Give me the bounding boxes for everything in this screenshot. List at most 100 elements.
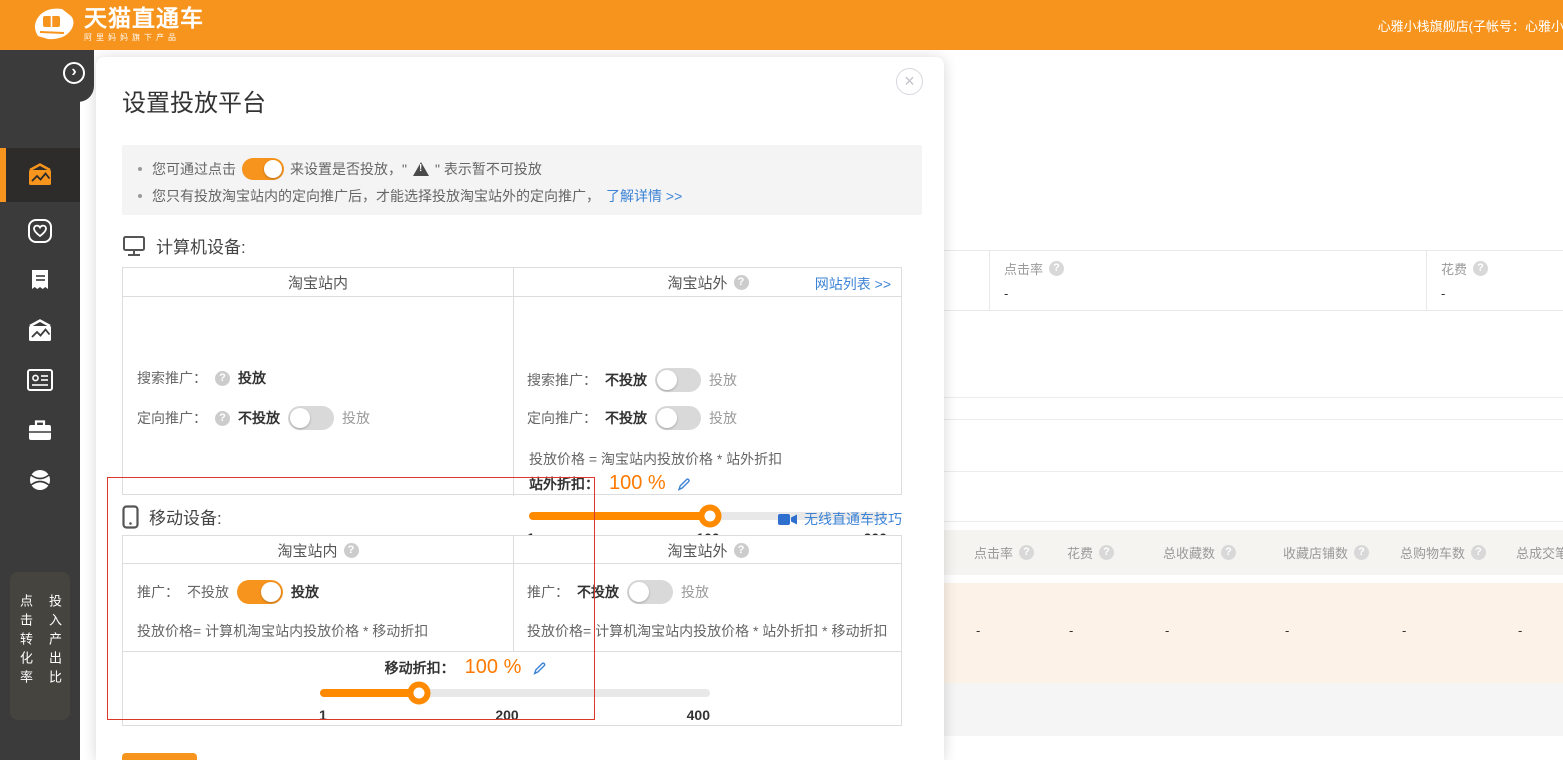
close-icon[interactable]: [896, 68, 923, 95]
site-list-link[interactable]: 网站列表 >>: [815, 274, 891, 294]
computer-section-header: 计算机设备:: [122, 233, 246, 258]
target-promo-row: 定向推广： 不投放 投放: [527, 406, 737, 430]
note-text: 来设置是否投放，": [290, 159, 407, 179]
help-icon[interactable]: [734, 275, 749, 290]
mobile-offsite-toggle[interactable]: [627, 580, 673, 604]
briefcase-icon: [27, 418, 53, 442]
sidebar-item-creative[interactable]: [0, 311, 80, 351]
state-on-label: 投放: [709, 408, 737, 428]
app-window: 点击率 - 花费 - 点击率 花费 总收藏数 收藏店铺数 总购物车数 总成交笔 …: [0, 0, 1563, 760]
state-on-label: 投放: [238, 368, 266, 388]
state-off-label: 不投放: [238, 408, 280, 428]
state-on-label: 投放: [342, 408, 370, 428]
column-header: 收藏店铺数: [1283, 543, 1348, 562]
help-icon[interactable]: [734, 543, 749, 558]
divider: [943, 419, 1563, 420]
divider: [943, 397, 1563, 398]
bullet-icon: [138, 194, 142, 198]
info-box: 您可通过点击 来设置是否投放，" " 表示暂不可投放 您只有投放淘宝站内的定向推…: [122, 145, 922, 215]
sidebar-collapse-chevron-icon[interactable]: [63, 62, 85, 84]
sidebar: 点击转化率 投入产出比: [0, 50, 80, 760]
edit-pencil-icon[interactable]: [676, 476, 692, 492]
sidebar-item-account[interactable]: [0, 360, 80, 400]
computer-table: 淘宝站内 淘宝站外 网站列表 >> 搜索推广： 投放 定向推广： 不投放 投放: [122, 267, 902, 495]
row-label: 搜索推广：: [137, 368, 207, 388]
note-text: 您可通过点击: [152, 159, 236, 179]
column-divider: [513, 268, 514, 496]
target-onsite-toggle[interactable]: [288, 406, 334, 430]
help-icon[interactable]: [1473, 261, 1488, 276]
column-header: 花费: [1067, 543, 1093, 562]
state-on-label: 投放: [709, 370, 737, 390]
app-title: 天猫直通车: [84, 6, 204, 30]
help-icon[interactable]: [215, 411, 230, 426]
app-subtitle: 阿里妈妈旗下产品: [84, 32, 204, 43]
example-toggle-on: [242, 158, 284, 180]
metric-vertical-label: 投入产出比: [45, 594, 64, 720]
stat-empty-cell: [943, 251, 990, 310]
search-offsite-toggle[interactable]: [655, 368, 701, 392]
sidebar-item-reports[interactable]: [0, 261, 80, 301]
column-header: 点击率: [974, 543, 1013, 562]
target-offsite-toggle[interactable]: [655, 406, 701, 430]
account-name[interactable]: 心雅小栈旗舰店(子帐号：心雅小栈: [1378, 16, 1563, 35]
cell-value: -: [1518, 623, 1522, 638]
scale-max: 400: [687, 707, 710, 723]
cell-value: -: [1069, 623, 1073, 638]
stat-value: -: [1004, 286, 1426, 301]
cell-value: -: [1402, 623, 1406, 638]
divider: [943, 521, 1563, 522]
help-icon[interactable]: [1221, 545, 1236, 560]
picture-frame-icon: [26, 162, 54, 188]
help-icon[interactable]: [1354, 545, 1369, 560]
stat-cell-ctr: 点击率 -: [990, 251, 1427, 310]
summary-stat-card: 点击率 - 花费 -: [943, 250, 1563, 311]
logo-text: 天猫直通车 阿里妈妈旗下产品: [84, 6, 204, 43]
learn-more-link[interactable]: 了解详情 >>: [606, 186, 682, 206]
row-label: 定向推广：: [527, 408, 597, 428]
metrics-table-header-row: 点击率 花费 总收藏数 收藏店铺数 总购物车数 总成交笔: [943, 530, 1563, 575]
receipt-icon: [28, 268, 52, 294]
sidebar-item-tools[interactable]: [0, 410, 80, 450]
help-icon[interactable]: [1099, 545, 1114, 560]
section-title: 计算机设备:: [156, 233, 246, 258]
confirm-button[interactable]: [122, 753, 197, 760]
wireless-tips-link[interactable]: 无线直通车技巧: [804, 509, 902, 529]
column-header: 总购物车数: [1400, 543, 1465, 562]
stat-label: 点击率: [1004, 259, 1043, 278]
table-header-row: 淘宝站内 淘宝站外 网站列表 >>: [123, 268, 901, 297]
help-icon[interactable]: [1049, 261, 1064, 276]
heart-icon: [27, 218, 53, 244]
help-icon[interactable]: [1019, 545, 1034, 560]
note-line: 您只有投放淘宝站内的定向推广后，才能选择投放淘宝站外的定向推广， 了解详情 >>: [138, 185, 906, 207]
wireless-tips-link-row: 无线直通车技巧: [778, 509, 902, 529]
sphere-icon: [27, 467, 53, 493]
help-icon[interactable]: [215, 371, 230, 386]
search-promo-row: 搜索推广： 投放: [137, 368, 266, 388]
note-line: 您可通过点击 来设置是否投放，" " 表示暂不可投放: [138, 155, 906, 183]
search-promo-row: 搜索推广： 不投放 投放: [527, 368, 737, 392]
note-text: 您只有投放淘宝站内的定向推广后，才能选择投放淘宝站外的定向推广，: [152, 186, 600, 206]
metric-vertical-label: 点击转化率: [16, 594, 35, 720]
logo[interactable]: 天猫直通车 阿里妈妈旗下产品: [30, 5, 204, 43]
price-formula: 投放价格 = 淘宝站内投放价格 * 站外折扣: [529, 449, 782, 469]
sidebar-item-audience[interactable]: [0, 460, 80, 500]
state-off-label: 不投放: [605, 370, 647, 390]
help-icon[interactable]: [1471, 545, 1486, 560]
slider-handle[interactable]: [698, 505, 721, 528]
state-on-label: 投放: [681, 582, 709, 602]
cell-value: -: [1165, 623, 1169, 638]
sidebar-item-campaign-active[interactable]: [0, 148, 80, 202]
row-label: 定向推广：: [137, 408, 207, 428]
divider: [943, 471, 1563, 472]
table-row-footer: [943, 683, 1563, 736]
bullet-icon: [138, 167, 142, 171]
stat-value: -: [1441, 286, 1563, 301]
sidebar-item-favorites[interactable]: [0, 211, 80, 251]
note-text: " 表示暂不可投放: [435, 159, 542, 179]
sidebar-metric-panel[interactable]: 点击转化率 投入产出比: [10, 572, 70, 720]
table-row-highlighted[interactable]: - - - - - -: [943, 583, 1563, 683]
cell-value: -: [1285, 623, 1289, 638]
warning-triangle-icon: [413, 162, 429, 176]
column-header: 总收藏数: [1163, 543, 1215, 562]
